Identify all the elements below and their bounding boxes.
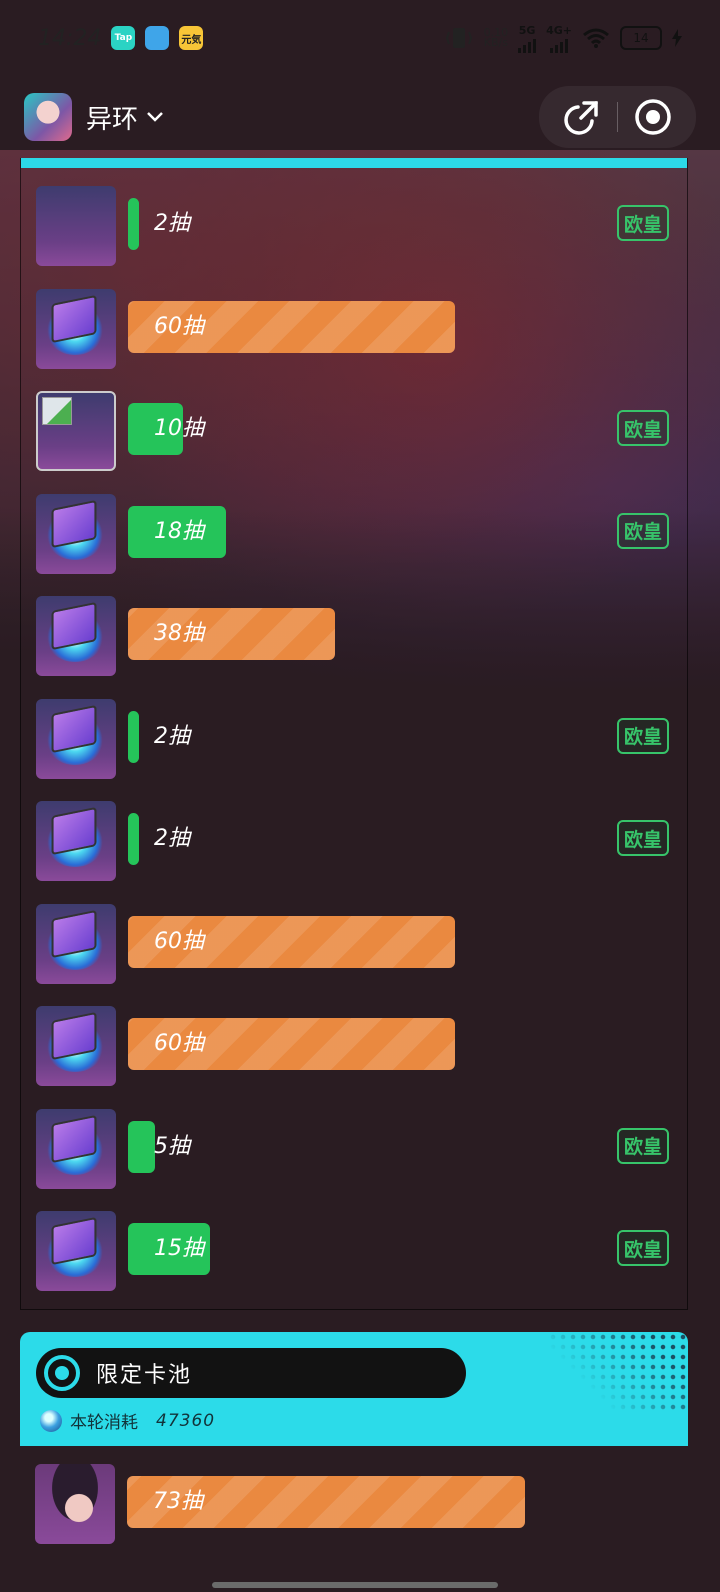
item-thumbnail <box>36 801 116 881</box>
signal-5g-label: 5G <box>518 23 536 37</box>
net-speed-unit: KB/s <box>483 36 508 49</box>
character-thumbnail <box>35 1464 115 1544</box>
pull-count-label: 5抽 <box>154 1133 190 1159</box>
pull-count-label: 2抽 <box>154 723 190 749</box>
pull-row[interactable]: 10抽 欧皇 <box>21 391 689 473</box>
pull-count-bar <box>128 198 139 250</box>
pool-consumption: 本轮消耗 47360 <box>40 1408 215 1433</box>
app-header: 异环 <box>0 76 720 158</box>
status-bar: 14:24 Tap 元気 0.10 KB/s 5G 4G+ 14 <box>0 0 720 76</box>
lucky-badge: 欧皇 <box>617 820 669 856</box>
pull-count-label: 18抽 <box>154 518 204 544</box>
signal-4g: 4G+ <box>546 24 572 53</box>
net-speed: 0.10 KB/s <box>483 27 509 49</box>
record-button[interactable] <box>618 86 688 148</box>
chevron-down-icon[interactable] <box>146 111 164 123</box>
pull-row[interactable]: 18抽 欧皇 <box>21 493 689 576</box>
placeholder-image-icon <box>42 397 72 425</box>
header-actions <box>539 86 696 148</box>
pull-count-label: 2抽 <box>154 826 190 851</box>
pull-row[interactable]: 2抽 欧皇 <box>21 698 689 781</box>
signal-5g: 5G <box>518 23 537 53</box>
broken-image-icon <box>36 391 116 471</box>
taptap-notification-icon: Tap <box>111 26 136 50</box>
game-switcher-label[interactable]: 异环 <box>86 99 138 136</box>
pool-sub-label: 本轮消耗 <box>70 1413 138 1433</box>
pull-count-label: 60抽 <box>154 928 204 954</box>
currency-orb-icon <box>40 1409 62 1432</box>
pull-count-label: 60抽 <box>154 1031 204 1056</box>
item-thumbnail <box>36 1108 116 1189</box>
pull-count-label: 15抽 <box>154 1236 204 1261</box>
pull-row[interactable]: 60抽 <box>21 288 689 371</box>
signal-4g-label: 4G+ <box>546 23 572 37</box>
pool-title: 限定卡池 <box>96 1363 193 1388</box>
pull-row[interactable]: 38抽 <box>21 596 689 678</box>
dots-decoration <box>548 1332 688 1412</box>
charging-icon <box>672 29 682 47</box>
share-icon <box>564 101 598 135</box>
signal-bars-icon <box>518 37 537 53</box>
pull-count-bar <box>128 813 139 865</box>
game-avatar[interactable] <box>24 93 72 141</box>
pull-history-panel: 2抽 欧皇 60抽 10抽 欧皇 18抽 欧皇 38抽 2抽 欧皇 2抽 欧皇 60抽 60抽 5抽 欧皇 15… <box>20 158 688 1310</box>
pull-count-bar <box>128 1120 155 1173</box>
item-thumbnail <box>36 698 116 779</box>
vibrate-icon <box>445 28 472 48</box>
signal-bars-icon <box>550 37 569 53</box>
pull-count-label: 60抽 <box>154 313 204 339</box>
limited-pool-card: 限定卡池 本轮消耗 47360 <box>20 1332 688 1446</box>
pull-count-label: 2抽 <box>154 211 190 236</box>
pull-row[interactable]: 2抽 欧皇 <box>21 186 689 268</box>
lucky-badge: 欧皇 <box>617 512 669 549</box>
status-time: 14:24 <box>38 25 102 51</box>
item-thumbnail <box>36 596 116 676</box>
pull-row[interactable]: 5抽 欧皇 <box>21 1108 689 1191</box>
item-thumbnail <box>36 1211 116 1291</box>
pool-title-pill[interactable]: 限定卡池 <box>36 1348 466 1398</box>
wifi-icon <box>583 28 609 48</box>
lucky-badge: 欧皇 <box>617 410 669 446</box>
status-left: 14:24 Tap 元気 <box>38 25 204 51</box>
record-icon <box>635 99 671 135</box>
yuanqi-notification-icon: 元気 <box>179 26 204 50</box>
pull-row[interactable]: 60抽 <box>21 1006 689 1088</box>
lucky-badge: 欧皇 <box>617 205 669 241</box>
pool-pull-row[interactable]: 73抽 <box>20 1464 688 1546</box>
share-button[interactable] <box>547 86 617 148</box>
pool-sub-value: 47360 <box>156 1410 216 1431</box>
item-thumbnail <box>36 186 116 266</box>
target-icon <box>44 1355 80 1391</box>
lucky-badge: 欧皇 <box>617 1230 669 1266</box>
pull-row[interactable]: 60抽 <box>21 903 689 986</box>
status-right: 0.10 KB/s 5G 4G+ 14 <box>444 24 682 53</box>
battery-indicator: 14 <box>620 26 662 50</box>
item-thumbnail <box>36 493 116 574</box>
lucky-badge: 欧皇 <box>617 1127 669 1164</box>
item-thumbnail <box>36 288 116 369</box>
pull-count-label: 10抽 <box>154 416 204 441</box>
home-indicator <box>212 1582 498 1588</box>
pull-count-bar <box>128 710 139 763</box>
pull-row[interactable]: 15抽 欧皇 <box>21 1211 689 1293</box>
pull-count-label: 73抽 <box>153 1489 203 1514</box>
panel-accent-line <box>21 158 687 168</box>
lucky-badge: 欧皇 <box>617 717 669 754</box>
wallet-notification-icon <box>145 26 170 50</box>
item-thumbnail <box>36 903 116 984</box>
item-thumbnail <box>36 1006 116 1086</box>
pull-count-label: 38抽 <box>154 621 204 646</box>
pull-row[interactable]: 2抽 欧皇 <box>21 801 689 883</box>
